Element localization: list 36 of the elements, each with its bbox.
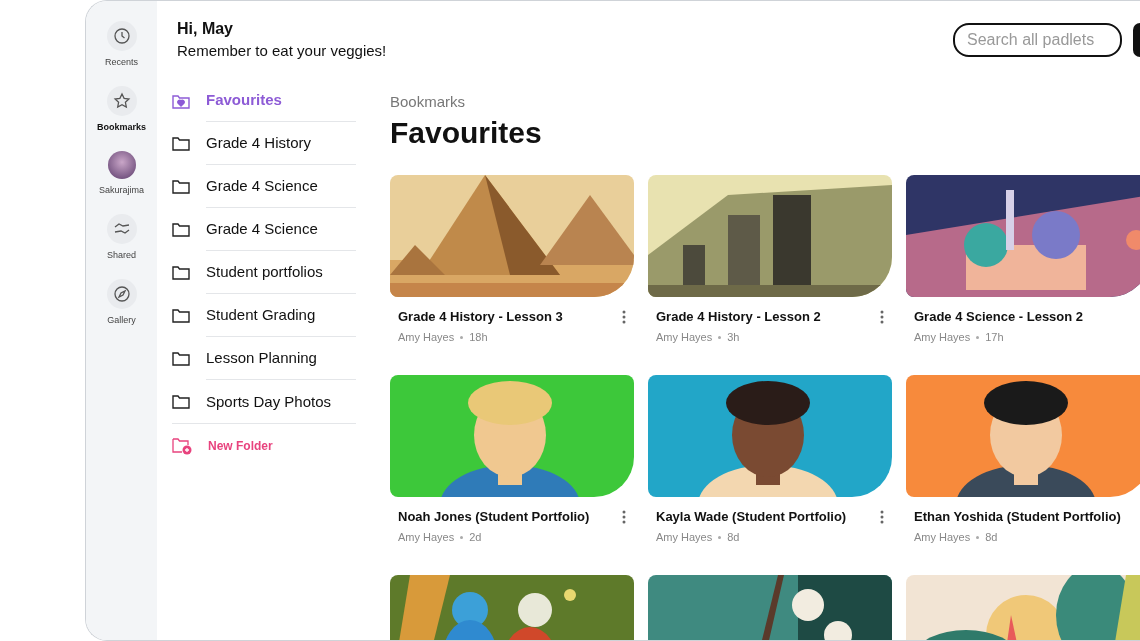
card-title[interactable]: Grade 4 History - Lesson 3 bbox=[398, 309, 622, 324]
card-author: Amy Hayes bbox=[656, 531, 713, 543]
greeting: Hi, May bbox=[177, 20, 234, 38]
card-author: Amy Hayes bbox=[398, 331, 455, 343]
card-age: 3h bbox=[727, 331, 740, 343]
folder-item[interactable]: Sports Day Photos bbox=[172, 380, 356, 424]
nav-item[interactable]: Sakurajima bbox=[86, 151, 157, 195]
card-age: 8d bbox=[985, 531, 998, 543]
folder-item[interactable]: Grade 4 Science bbox=[172, 208, 356, 251]
card-title[interactable]: Noah Jones (Student Portfolio) bbox=[398, 509, 622, 524]
folder-item[interactable]: Student Grading bbox=[172, 294, 356, 337]
page-title: Favourites bbox=[390, 116, 543, 150]
card-age: 18h bbox=[469, 331, 488, 343]
folder-item[interactable]: Favourites bbox=[172, 79, 356, 122]
nav-item[interactable]: Gallery bbox=[86, 279, 157, 325]
card-title[interactable]: Kayla Wade (Student Portfolio) bbox=[656, 509, 880, 524]
greeting-message: Remember to eat your veggies! bbox=[177, 42, 388, 59]
folder-item[interactable]: Student portfolios bbox=[172, 251, 356, 294]
card-title[interactable]: Grade 4 History - Lesson 2 bbox=[656, 309, 880, 324]
breadcrumb: Bookmarks bbox=[390, 93, 467, 110]
card-author: Amy Hayes bbox=[656, 331, 713, 343]
card-author: Amy Hayes bbox=[914, 331, 971, 343]
nav-item[interactable]: Shared bbox=[86, 214, 157, 260]
folder-item[interactable]: Grade 4 Science bbox=[172, 165, 356, 208]
nav-item[interactable]: Recents bbox=[86, 21, 157, 67]
card-age: 8d bbox=[727, 531, 740, 543]
card-title[interactable]: Ethan Yoshida (Student Portfolio) bbox=[914, 509, 1140, 524]
card-age: 2d bbox=[469, 531, 482, 543]
card-age: 17h bbox=[985, 331, 1004, 343]
search-field[interactable]: Search all padlets bbox=[953, 23, 1122, 57]
card-title[interactable]: Grade 4 Science - Lesson 2 bbox=[914, 309, 1140, 324]
folder-item[interactable]: Grade 4 History bbox=[172, 122, 356, 165]
folder-item[interactable]: Lesson Planning bbox=[172, 337, 356, 380]
card-author: Amy Hayes bbox=[398, 531, 455, 543]
folder-item[interactable]: New Folder bbox=[172, 424, 356, 467]
card-author: Amy Hayes bbox=[914, 531, 971, 543]
